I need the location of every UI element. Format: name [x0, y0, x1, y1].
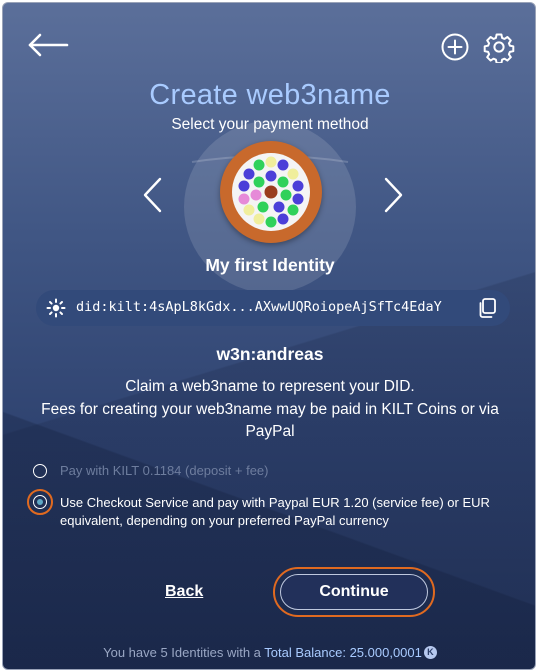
continue-focus-ring: Continue — [273, 567, 435, 617]
back-button[interactable]: Back — [165, 583, 203, 601]
radio-pay-paypal[interactable] — [27, 489, 53, 515]
kilt-coin-icon: K — [423, 646, 437, 659]
footer-balance: You have 5 Identities with a Total Balan… — [3, 645, 535, 660]
identity-avatar[interactable] — [220, 141, 322, 243]
arrow-left-icon[interactable] — [27, 33, 69, 57]
radio-circle — [33, 495, 47, 509]
radio-selected-dot — [36, 498, 43, 505]
radio-pay-kilt[interactable] — [33, 464, 47, 478]
sun-icon — [46, 298, 66, 318]
total-balance-link[interactable]: Total Balance: 25.000,0001 — [264, 645, 422, 660]
copy-icon[interactable] — [477, 297, 497, 319]
chevron-left-icon[interactable] — [141, 176, 163, 214]
description: Claim a web3name to represent your DID. … — [23, 376, 517, 444]
web3name-value: w3n:andreas — [216, 344, 324, 364]
avatar-pattern — [232, 153, 310, 231]
option-pay-kilt-label: Pay with KILT 0.1184 (deposit + fee) — [60, 463, 269, 478]
identicon-icon — [238, 156, 304, 228]
gear-icon[interactable] — [483, 31, 515, 63]
did-field: did:kilt:4sApL8kGdx...AXwwUQRoiopeAjSfTc… — [36, 290, 510, 326]
page-title: Create web3name — [149, 79, 391, 111]
description-line-2: Fees for creating your web3name may be p… — [41, 400, 499, 441]
kilt-coin-glyph: K — [427, 647, 434, 657]
description-line-1: Claim a web3name to represent your DID. — [125, 378, 415, 395]
continue-button[interactable]: Continue — [280, 574, 428, 610]
footer-prefix: You have 5 Identities with a — [103, 645, 261, 660]
plus-circle-icon[interactable] — [440, 32, 470, 62]
option-paypal-label: Use Checkout Service and pay with Paypal… — [60, 495, 490, 528]
chevron-right-icon[interactable] — [383, 176, 405, 214]
identity-name: My first Identity — [205, 255, 335, 275]
popup-window: Create web3name Select your payment meth… — [2, 2, 536, 670]
did-text: did:kilt:4sApL8kGdx...AXwwUQRoiopeAjSfTc… — [76, 299, 442, 315]
